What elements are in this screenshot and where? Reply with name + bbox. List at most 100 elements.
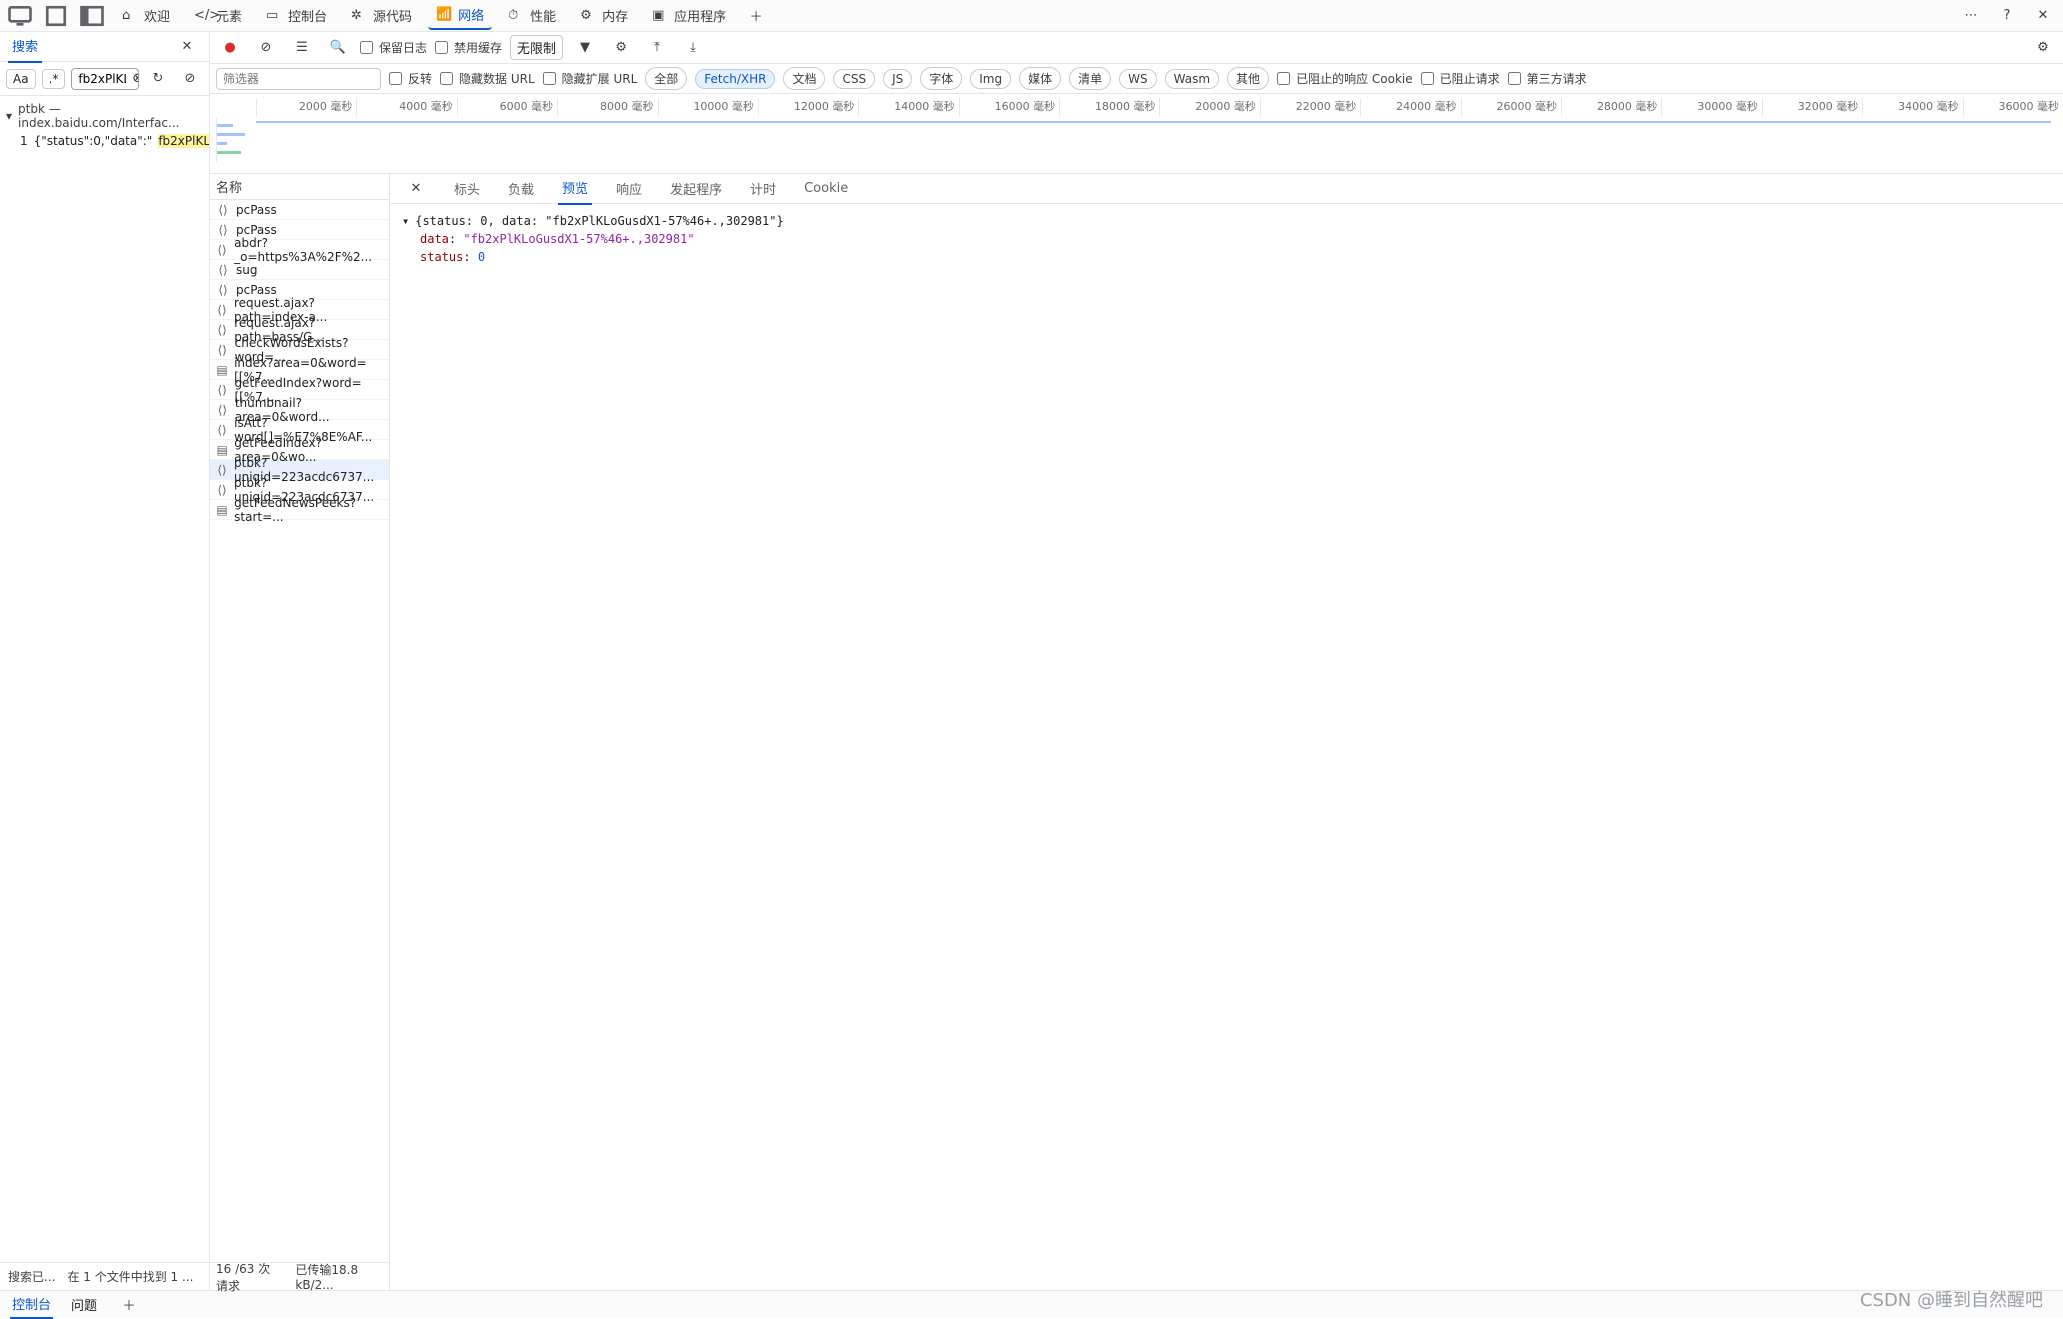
third-party-label: 第三方请求 [1527,70,1587,87]
preserve-log-checkbox[interactable]: 保留日志 [360,39,427,56]
search-input[interactable]: ⊗ [71,68,139,90]
chip-ws[interactable]: WS [1119,69,1156,89]
chip-manifest[interactable]: 清单 [1069,67,1111,90]
add-drawer-tab[interactable]: ＋ [115,1293,143,1317]
search-status-right: 在 1 个文件中找到 1 ... [67,1268,193,1285]
regex-toggle[interactable]: .* [42,69,66,89]
third-party-checkbox[interactable]: 第三方请求 [1508,70,1587,87]
download-icon[interactable]: ⤓ [679,36,707,60]
invert-input[interactable] [389,72,402,85]
chip-css[interactable]: CSS [833,69,875,89]
filter-icon[interactable]: ☰ [288,36,316,60]
request-item[interactable]: ⟨⟩ pcPass [210,200,389,220]
chip-other[interactable]: 其他 [1227,67,1269,90]
tab-network[interactable]: 📶 网络 [428,1,492,30]
search-input-field[interactable] [76,71,128,87]
request-name: pcPass [236,223,277,237]
refresh-icon[interactable]: ↻ [145,67,171,91]
sidebar-icon[interactable] [78,4,106,28]
tab-console[interactable]: ▭ 控制台 [258,2,335,29]
filter-input[interactable] [216,68,381,90]
invert-checkbox[interactable]: 反转 [389,70,432,87]
tab-preview[interactable]: 预览 [558,172,592,205]
tab-application[interactable]: ▣ 应用程序 [644,2,734,29]
settings-icon[interactable]: ⚙ [2029,36,2057,60]
tab-timing[interactable]: 计时 [746,173,780,204]
chip-fetch-xhr[interactable]: Fetch/XHR [695,69,775,89]
throttling-select[interactable]: 无限制 [510,35,563,60]
tick: 16000 毫秒 [959,98,1059,116]
disable-cache-input[interactable] [435,41,448,54]
request-item[interactable]: ▤ getFeedNewsPeeks?start=... [210,500,389,520]
tab-cookie[interactable]: Cookie [800,175,852,202]
json-root[interactable]: ▾ {status: 0, data: "fb2xPlKLoGusdX1-57%… [402,212,2051,230]
tab-initiator[interactable]: 发起程序 [666,173,726,204]
tick: 10000 毫秒 [658,98,758,116]
network-panel: ● ⊘ ☰ 🔍 保留日志 禁用缓存 无限制 ▼ ⚙ ⤒ ⤓ ⚙ [210,32,2063,1290]
tab-headers[interactable]: 标头 [450,173,484,204]
xhr-icon: ⟨⟩ [216,263,230,277]
hide-data-url-input[interactable] [440,72,453,85]
tab-memory[interactable]: ⚙ 内存 [572,2,636,29]
tab-sources[interactable]: ✲ 源代码 [343,2,420,29]
preserve-log-input[interactable] [360,41,373,54]
result-header[interactable]: ▾ ptbk — index.baidu.com/Interfac... [6,102,203,130]
hide-ext-url-checkbox[interactable]: 隐藏扩展 URL [543,70,638,87]
dropdown-icon[interactable]: ▼ [571,36,599,60]
result-line[interactable]: 1 {"status":0,"data":" fb2xPlKLoGus... [6,134,203,148]
upload-icon[interactable]: ⤒ [643,36,671,60]
chip-doc[interactable]: 文档 [783,67,825,90]
json-toggle-icon[interactable]: ▾ [402,212,409,230]
tab-payload[interactable]: 负载 [504,173,538,204]
blocked-requests-checkbox[interactable]: 已阻止请求 [1421,70,1500,87]
close-details-button[interactable]: ✕ [402,177,430,201]
blocked-requests-input[interactable] [1421,72,1434,85]
xhr-icon: ⟨⟩ [216,403,229,417]
request-items: ⟨⟩ pcPass ⟨⟩ pcPass ⟨⟩ abdr?_o=https%3A%… [210,200,389,1262]
tab-search[interactable]: 搜索 [8,30,42,63]
device-toggle-icon[interactable] [6,4,34,28]
xhr-icon: ⟨⟩ [216,323,228,337]
chip-img[interactable]: Img [970,69,1011,89]
chip-media[interactable]: 媒体 [1019,67,1061,90]
chip-wasm[interactable]: Wasm [1165,69,1219,89]
close-icon[interactable]: ✕ [2029,4,2057,28]
record-icon[interactable]: ● [216,36,244,60]
tab-elements[interactable]: </> 元素 [186,2,250,29]
tick: 14000 毫秒 [858,98,958,116]
more-icon[interactable]: ⋯ [1957,4,1985,28]
match-case-toggle[interactable]: Aa [6,69,36,89]
chip-all[interactable]: 全部 [645,67,687,90]
tab-welcome[interactable]: ⌂ 欢迎 [114,2,178,29]
drawer-tab-console[interactable]: 控制台 [10,1290,53,1319]
request-item[interactable]: ⟨⟩ abdr?_o=https%3A%2F%2... [210,240,389,260]
chip-font[interactable]: 字体 [920,67,962,90]
disable-cache-checkbox[interactable]: 禁用缓存 [435,39,502,56]
hide-data-url-checkbox[interactable]: 隐藏数据 URL [440,70,535,87]
close-search-button[interactable]: ✕ [173,35,201,59]
network-body: 名称 ⟨⟩ pcPass ⟨⟩ pcPass ⟨⟩ abdr?_o=https%… [210,174,2063,1290]
line-number: 1 [20,134,28,148]
hide-ext-url-input[interactable] [543,72,556,85]
clear-results-icon[interactable]: ⊘ [177,67,203,91]
drawer-tab-issues[interactable]: 问题 [71,1295,97,1314]
hide-data-url-label: 隐藏数据 URL [459,70,535,87]
blocked-cookies-checkbox[interactable]: 已阻止的响应 Cookie [1277,70,1413,87]
tab-response[interactable]: 响应 [612,173,646,204]
network-conditions-icon[interactable]: ⚙ [607,36,635,60]
add-tab-button[interactable]: ＋ [742,4,770,28]
third-party-input[interactable] [1508,72,1521,85]
tick: 34000 毫秒 [1862,98,1962,116]
clear-icon[interactable]: ⊗ [132,71,139,86]
clear-icon[interactable]: ⊘ [252,36,280,60]
tick: 20000 毫秒 [1159,98,1259,116]
filter-row: 反转 隐藏数据 URL 隐藏扩展 URL 全部 Fetch/XHR 文档 CSS… [210,64,2063,94]
tab-performance[interactable]: ⏱ 性能 [500,2,564,29]
help-icon[interactable]: ? [1993,4,2021,28]
search-icon[interactable]: 🔍 [324,36,352,60]
blocked-cookies-input[interactable] [1277,72,1290,85]
tick: 32000 毫秒 [1762,98,1862,116]
devtools-bottombar: 控制台 问题 ＋ [0,1290,2063,1318]
dock-icon[interactable] [42,4,70,28]
chip-js[interactable]: JS [883,69,912,89]
